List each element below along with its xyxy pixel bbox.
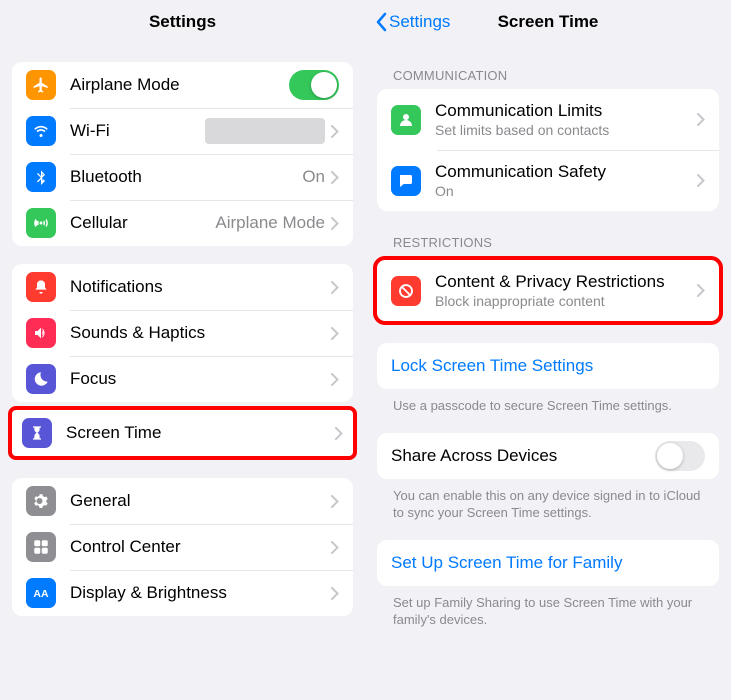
settings-master-pane: Settings Airplane Mode Wi-Fi Bluetooth O… [0,0,365,700]
comm-safety-label: Communication Safety [435,162,697,182]
chevron-icon [331,281,339,294]
wifi-icon [26,116,56,146]
row-family[interactable]: Set Up Screen Time for Family [377,540,719,586]
controlcenter-label: Control Center [70,537,331,557]
chevron-icon [331,587,339,600]
cellular-value: Airplane Mode [215,213,325,233]
row-comm-limits[interactable]: Communication Limits Set limits based on… [377,89,719,150]
bluetooth-value: On [302,167,325,187]
screentime-label: Screen Time [66,423,335,443]
row-screen-time[interactable]: Screen Time [12,410,353,456]
chevron-icon [331,125,339,138]
comm-safety-sub: On [435,183,697,199]
screentime-detail-pane: Settings Screen Time COMMUNICATION Commu… [365,0,731,700]
settings-title: Settings [149,12,216,32]
cellular-icon [26,208,56,238]
airplane-switch[interactable] [289,70,339,100]
chevron-icon [331,541,339,554]
display-label: Display & Brightness [70,583,331,603]
settings-group-network: Airplane Mode Wi-Fi Bluetooth On Cellula… [12,62,353,246]
chevron-icon [331,327,339,340]
screentime-navbar: Settings Screen Time [365,0,731,44]
sounds-icon [26,318,56,348]
chevron-icon [331,373,339,386]
controlcenter-icon [26,532,56,562]
comm-limits-sub: Set limits based on contacts [435,122,697,138]
chevron-icon [697,174,705,187]
chevron-icon [697,284,705,297]
share-section: Share Across Devices [377,433,719,479]
lock-link: Lock Screen Time Settings [391,356,705,376]
row-content-privacy[interactable]: Content & Privacy Restrictions Block ina… [377,260,719,321]
chevron-icon [331,495,339,508]
wifi-value-redacted [205,118,325,144]
chevron-icon [331,217,339,230]
restrictions-icon [391,276,421,306]
share-label: Share Across Devices [391,446,655,466]
row-cellular[interactable]: Cellular Airplane Mode [12,200,353,246]
restrictions-section: Content & Privacy Restrictions Block ina… [373,256,723,325]
settings-group-notifications: Notifications Sounds & Haptics Focus [12,264,353,402]
row-control-center[interactable]: Control Center [12,524,353,570]
family-link: Set Up Screen Time for Family [391,553,705,573]
row-lock-settings[interactable]: Lock Screen Time Settings [377,343,719,389]
family-footer: Set up Family Sharing to use Screen Time… [393,594,703,629]
row-display[interactable]: AA Display & Brightness [12,570,353,616]
communication-header: COMMUNICATION [393,68,703,83]
settings-group-general: General Control Center AA Display & Brig… [12,478,353,616]
communication-section: Communication Limits Set limits based on… [377,89,719,211]
airplane-label: Airplane Mode [70,75,289,95]
comm-limits-label: Communication Limits [435,101,697,121]
lock-footer: Use a passcode to secure Screen Time set… [393,397,703,415]
settings-navbar: Settings [0,0,365,44]
sounds-label: Sounds & Haptics [70,323,331,343]
cellular-label: Cellular [70,213,215,233]
share-switch[interactable] [655,441,705,471]
row-sounds[interactable]: Sounds & Haptics [12,310,353,356]
general-icon [26,486,56,516]
chevron-icon [331,171,339,184]
comm-safety-icon [391,166,421,196]
screen-time-highlight: Screen Time [8,406,357,460]
share-footer: You can enable this on any device signed… [393,487,703,522]
row-notifications[interactable]: Notifications [12,264,353,310]
row-bluetooth[interactable]: Bluetooth On [12,154,353,200]
screentime-icon [22,418,52,448]
general-label: General [70,491,331,511]
notifications-icon [26,272,56,302]
airplane-icon [26,70,56,100]
wifi-label: Wi-Fi [70,121,205,141]
bluetooth-icon [26,162,56,192]
row-focus[interactable]: Focus [12,356,353,402]
restrictions-sub: Block inappropriate content [435,293,697,309]
restrictions-label: Content & Privacy Restrictions [435,272,697,292]
svg-text:AA: AA [33,588,49,600]
notifications-label: Notifications [70,277,331,297]
chevron-icon [697,113,705,126]
row-comm-safety[interactable]: Communication Safety On [377,150,719,211]
row-general[interactable]: General [12,478,353,524]
screentime-title: Screen Time [498,12,599,32]
back-button[interactable]: Settings [375,12,450,32]
family-section: Set Up Screen Time for Family [377,540,719,586]
comm-limits-icon [391,105,421,135]
bluetooth-label: Bluetooth [70,167,302,187]
lock-section: Lock Screen Time Settings [377,343,719,389]
restrictions-header: RESTRICTIONS [393,235,703,250]
back-label: Settings [389,12,450,32]
focus-icon [26,364,56,394]
row-wifi[interactable]: Wi-Fi [12,108,353,154]
row-share-devices[interactable]: Share Across Devices [377,433,719,479]
chevron-icon [335,427,343,440]
row-airplane-mode[interactable]: Airplane Mode [12,62,353,108]
focus-label: Focus [70,369,331,389]
display-icon: AA [26,578,56,608]
